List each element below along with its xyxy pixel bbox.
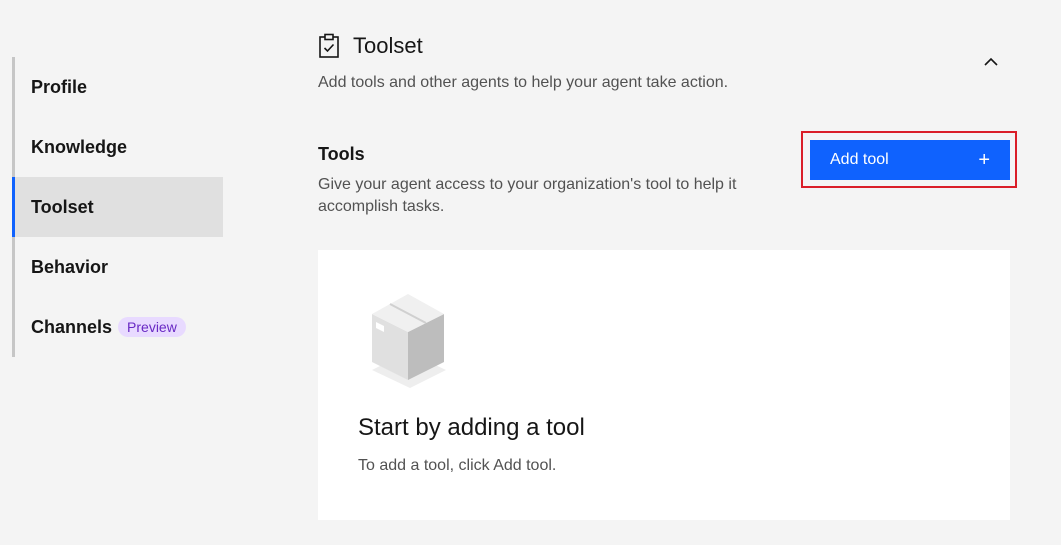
section-header: Toolset	[318, 33, 423, 59]
tools-heading: Tools	[318, 144, 365, 164]
sidebar-item-label: Toolset	[31, 196, 94, 217]
sidebar-item-knowledge[interactable]: Knowledge	[12, 117, 223, 177]
page: Profile Knowledge Toolset Behavior Chann…	[0, 0, 1061, 545]
add-tool-button[interactable]: Add tool +	[810, 140, 1010, 180]
section-description: Add tools and other agents to help your …	[318, 74, 729, 91]
empty-state-title: Start by adding a tool	[358, 414, 585, 441]
chevron-up-icon	[984, 57, 998, 66]
add-tool-label: Add tool	[830, 151, 889, 168]
sidebar-item-label: Channels	[31, 316, 113, 337]
sidebar-item-label: Profile	[31, 76, 88, 97]
plus-icon: +	[978, 149, 990, 171]
empty-state-card: Start by adding a tool To add a tool, cl…	[318, 250, 1010, 520]
tools-description: Give your agent access to your organizat…	[318, 176, 737, 215]
collapse-button[interactable]	[980, 50, 1002, 72]
box-icon	[370, 290, 450, 390]
sidebar-item-toolset[interactable]: Toolset	[12, 177, 223, 237]
sidebar-item-label: Knowledge	[31, 136, 128, 157]
empty-state-description: To add a tool, click Add tool.	[358, 457, 557, 474]
sidebar-item-channels[interactable]: Channels Preview	[12, 297, 223, 357]
sidebar-item-behavior[interactable]: Behavior	[12, 237, 223, 297]
sidebar-nav: Profile Knowledge Toolset Behavior Chann…	[12, 57, 223, 357]
sidebar-item-profile[interactable]: Profile	[12, 57, 223, 117]
clipboard-check-icon	[318, 33, 340, 59]
section-title: Toolset	[353, 33, 423, 58]
sidebar-item-label: Behavior	[31, 256, 109, 277]
preview-badge: Preview	[118, 317, 186, 337]
